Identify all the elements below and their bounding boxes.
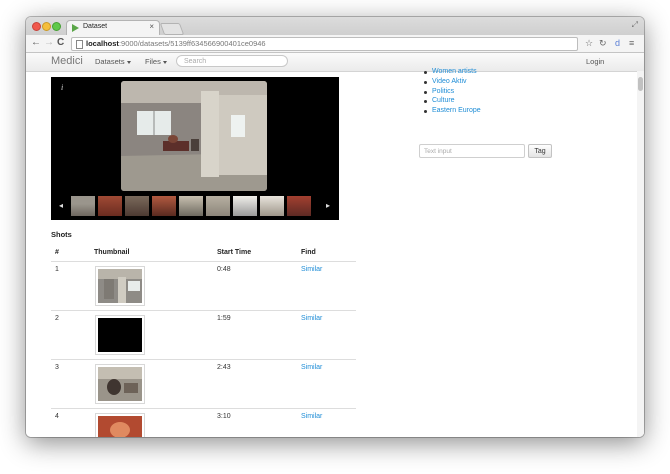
shot-image [98,269,142,303]
brand-logo[interactable]: Medici [51,55,83,67]
tag-button[interactable]: Tag [528,144,552,158]
thumbnail-strip: ◂ ▸ [51,194,339,220]
tab-close-icon[interactable]: × [149,22,154,31]
next-arrow-icon[interactable]: ▸ [326,201,330,210]
tag-text-input[interactable]: Text input [419,144,525,158]
scrollbar-thumb[interactable] [638,77,643,91]
shot-image [98,318,142,352]
caret-down-icon [162,60,167,64]
similar-link[interactable]: Similar [301,413,322,420]
strip-thumbnail[interactable] [98,196,122,216]
browser-toolbar: ← → C localhost:9000/datasets/5139ff6345… [26,35,644,53]
page-scrollbar[interactable] [637,71,644,437]
extension-icon[interactable]: d [615,38,620,48]
minimize-window-button[interactable] [42,22,51,31]
list-item[interactable]: Women artists [421,67,481,77]
list-item[interactable]: Eastern Europe [421,106,481,116]
strip-thumbnail[interactable] [179,196,203,216]
shot-number: 4 [55,413,59,420]
login-link[interactable]: Login [586,57,604,66]
column-header: Thumbnail [94,249,130,256]
bullet-icon [424,100,427,104]
tag-link[interactable]: Women artists [432,68,477,75]
tab-title: Dataset [83,23,108,30]
bullet-icon [424,110,427,114]
tag-list: Women artists Video Aktiv Politics Cultu… [421,67,481,116]
similar-link[interactable]: Similar [301,266,322,273]
files-menu[interactable]: Files [145,57,167,66]
caret-down-icon [126,60,131,64]
start-time: 3:10 [217,413,231,420]
tag-link[interactable]: Eastern Europe [432,107,481,114]
strip-thumbnail[interactable] [233,196,257,216]
strip-thumbnail[interactable] [125,196,149,216]
shot-thumbnail[interactable] [95,364,145,404]
shot-thumbnail[interactable] [95,315,145,355]
table-row: 2 1:59 Similar [51,311,356,360]
shot-number: 2 [55,315,59,322]
bullet-icon [424,71,427,74]
star-icon[interactable]: ☆ [585,38,593,49]
strip-thumbnail[interactable] [71,196,95,216]
bullet-icon [424,90,427,94]
start-time: 0:48 [217,266,231,273]
column-header: Find [301,249,316,256]
similar-link[interactable]: Similar [301,364,322,371]
tab-strip: Dataset × ⤢ [26,17,644,36]
web-page: Medici Datasets Files Search Login i ◂ ▸… [26,53,644,437]
strip-thumbnail[interactable] [260,196,284,216]
browser-window: Dataset × ⤢ ← → C localhost:9000/dataset… [26,17,644,437]
tag-link[interactable]: Culture [432,97,455,104]
search-input[interactable]: Search [176,55,288,67]
shot-image [98,416,142,437]
column-header: # [55,249,59,256]
address-bar[interactable]: localhost:9000/datasets/5139ff6345669004… [71,37,578,51]
strip-thumbnail[interactable] [152,196,176,216]
video-viewer[interactable]: i ◂ ▸ [51,77,339,220]
page-icon [76,40,83,49]
back-icon[interactable]: ← [31,37,41,48]
shot-number: 3 [55,364,59,371]
start-time: 1:59 [217,315,231,322]
list-item[interactable]: Politics [421,87,481,97]
start-time: 2:43 [217,364,231,371]
table-row: 3 2:43 Similar [51,360,356,409]
fullscreen-icon[interactable]: ⤢ [632,20,638,30]
column-header: Start Time [217,249,252,256]
sync-icon[interactable]: ↻ [599,38,607,49]
main-video-frame[interactable] [121,81,267,191]
list-item[interactable]: Culture [421,96,481,106]
shot-number: 1 [55,266,59,273]
shot-thumbnail[interactable] [95,266,145,306]
prev-arrow-icon[interactable]: ◂ [59,201,63,210]
browser-tab[interactable]: Dataset × [66,20,160,36]
tag-link[interactable]: Video Aktiv [432,78,467,85]
reload-icon[interactable]: C [57,37,64,48]
list-item[interactable]: Video Aktiv [421,77,481,87]
info-icon[interactable]: i [61,83,63,92]
shots-heading: Shots [51,230,72,239]
tag-link[interactable]: Politics [432,88,454,95]
forward-icon[interactable]: → [44,37,54,48]
url-text: localhost:9000/datasets/5139ff6345669004… [86,39,266,48]
shot-thumbnail[interactable] [95,413,145,437]
bullet-icon [424,80,427,84]
strip-thumbnail[interactable] [287,196,311,216]
similar-link[interactable]: Similar [301,315,322,322]
datasets-menu[interactable]: Datasets [95,57,131,66]
shot-image [98,367,142,401]
table-row: 4 3:10 Similar [51,409,356,437]
table-row: 1 0:48 Similar [51,262,356,311]
play-favicon-icon [72,24,79,32]
zoom-window-button[interactable] [52,22,61,31]
site-navbar: Medici Datasets Files Search Login [26,53,644,72]
menu-icon[interactable]: ≡ [629,38,634,48]
strip-thumbnail[interactable] [206,196,230,216]
close-window-button[interactable] [32,22,41,31]
new-tab-button[interactable] [159,23,185,35]
shots-table-header: # Thumbnail Start Time Find [51,247,356,262]
gallery-room-image [121,81,267,191]
